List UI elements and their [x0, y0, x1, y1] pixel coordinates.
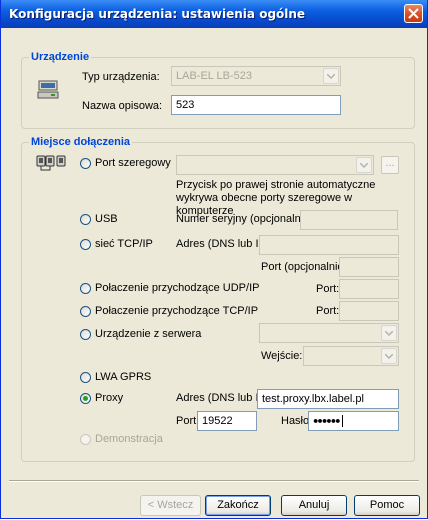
connection-group-label: Miejsce dołączenia — [29, 136, 133, 148]
chevron-down-icon — [360, 163, 368, 168]
server-radio[interactable]: Urządzenie z serwera — [80, 328, 201, 340]
serial-radio-circle[interactable] — [80, 157, 91, 169]
chevron-down-icon — [385, 354, 393, 359]
server-inputs-select[interactable] — [303, 346, 399, 366]
proxy-password-input[interactable]: ●●●●●● — [308, 411, 399, 431]
window-title: Konfiguracja urządzenia: ustawienia ogól… — [9, 7, 306, 21]
proxy-password-value: ●●●●●● — [313, 415, 341, 426]
proxy-radio[interactable]: Proxy — [80, 392, 123, 404]
finish-button[interactable]: Zakończ — [205, 495, 271, 516]
server-dropdown[interactable] — [381, 325, 397, 341]
server-inputs-dropdown[interactable] — [381, 348, 397, 364]
tcp-in-port-label: Port: — [316, 305, 340, 317]
serial-radio[interactable]: Port szeregowy — [80, 157, 171, 169]
server-select[interactable] — [259, 323, 399, 343]
title-bar[interactable]: Konfiguracja urządzenia: ustawienia ogól… — [1, 0, 427, 28]
tcp-in-radio-circle[interactable] — [80, 305, 91, 317]
computer-icon — [37, 80, 59, 99]
gprs-radio[interactable]: LWA GPRS — [80, 371, 151, 383]
tcp-radio-circle[interactable] — [80, 238, 91, 250]
udp-in-port-label: Port: — [316, 283, 340, 295]
gprs-radio-label: LWA GPRS — [95, 371, 152, 383]
footer-separator — [9, 480, 419, 482]
tcp-port-input[interactable] — [339, 257, 399, 277]
device-group-label: Urządzenie — [29, 51, 92, 63]
proxy-address-input[interactable]: test.proxy.lbx.label.pl — [257, 389, 399, 409]
chevron-down-icon — [385, 331, 393, 336]
demo-radio-circle[interactable] — [80, 433, 91, 445]
server-inputs-label: Wejście: — [261, 350, 303, 362]
dialog-window: Konfiguracja urządzenia: ustawienia ogól… — [0, 0, 428, 519]
serial-radio-label: Port szeregowy — [95, 157, 171, 169]
gprs-radio-circle[interactable] — [80, 371, 91, 383]
tcp-address-input[interactable] — [259, 235, 399, 255]
usb-radio[interactable]: USB — [80, 213, 118, 225]
tcp-port-label: Port (opcjonalnie): — [261, 261, 351, 273]
server-radio-label: Urządzenie z serwera — [95, 328, 202, 340]
tcp-in-radio[interactable]: Połaczenie przychodzące TCP/IP — [80, 305, 258, 317]
text-cursor — [341, 415, 343, 427]
proxy-port-input[interactable]: 19522 — [197, 411, 257, 431]
serial-port-dropdown[interactable] — [356, 157, 372, 173]
demo-radio[interactable]: Demonstracja — [80, 433, 163, 445]
usb-radio-circle[interactable] — [80, 213, 91, 225]
serial-port-select[interactable] — [176, 155, 374, 175]
device-type-select[interactable]: LAB-EL LB-523 — [171, 66, 341, 86]
serial-browse-button[interactable]: ... — [381, 156, 399, 174]
tcp-radio-label: sieć TCP/IP — [95, 238, 153, 250]
close-button[interactable] — [404, 4, 423, 23]
back-button[interactable]: < Wstecz — [140, 495, 201, 516]
udp-in-radio[interactable]: Połaczenie przychodzące UDP/IP — [80, 282, 259, 294]
device-type-value: LAB-EL LB-523 — [176, 70, 253, 82]
udp-in-radio-circle[interactable] — [80, 282, 91, 294]
device-type-dropdown[interactable] — [323, 68, 339, 84]
help-button[interactable]: Pomoc — [354, 495, 420, 516]
server-radio-circle[interactable] — [80, 328, 91, 340]
network-icon — [36, 155, 66, 171]
tcp-radio[interactable]: sieć TCP/IP — [80, 238, 153, 250]
demo-radio-label: Demonstracja — [95, 433, 163, 445]
proxy-radio-circle[interactable] — [80, 392, 91, 404]
usb-serial-input[interactable] — [300, 210, 398, 230]
device-name-input[interactable]: 523 — [171, 95, 341, 115]
usb-serial-label: Numer seryjny (opcjonalnie): — [176, 213, 316, 225]
chevron-down-icon — [327, 74, 335, 79]
udp-in-radio-label: Połaczenie przychodzące UDP/IP — [95, 282, 260, 294]
tcp-in-radio-label: Połaczenie przychodzące TCP/IP — [95, 305, 259, 317]
cancel-button[interactable]: Anuluj — [281, 495, 347, 516]
close-icon — [408, 8, 419, 19]
tcp-in-port-input[interactable] — [339, 301, 399, 321]
usb-radio-label: USB — [95, 213, 118, 225]
device-name-label: Nazwa opisowa: — [82, 100, 163, 112]
device-type-label: Typ urządzenia: — [82, 71, 160, 83]
proxy-radio-label: Proxy — [95, 392, 124, 404]
udp-in-port-input[interactable] — [339, 279, 399, 299]
